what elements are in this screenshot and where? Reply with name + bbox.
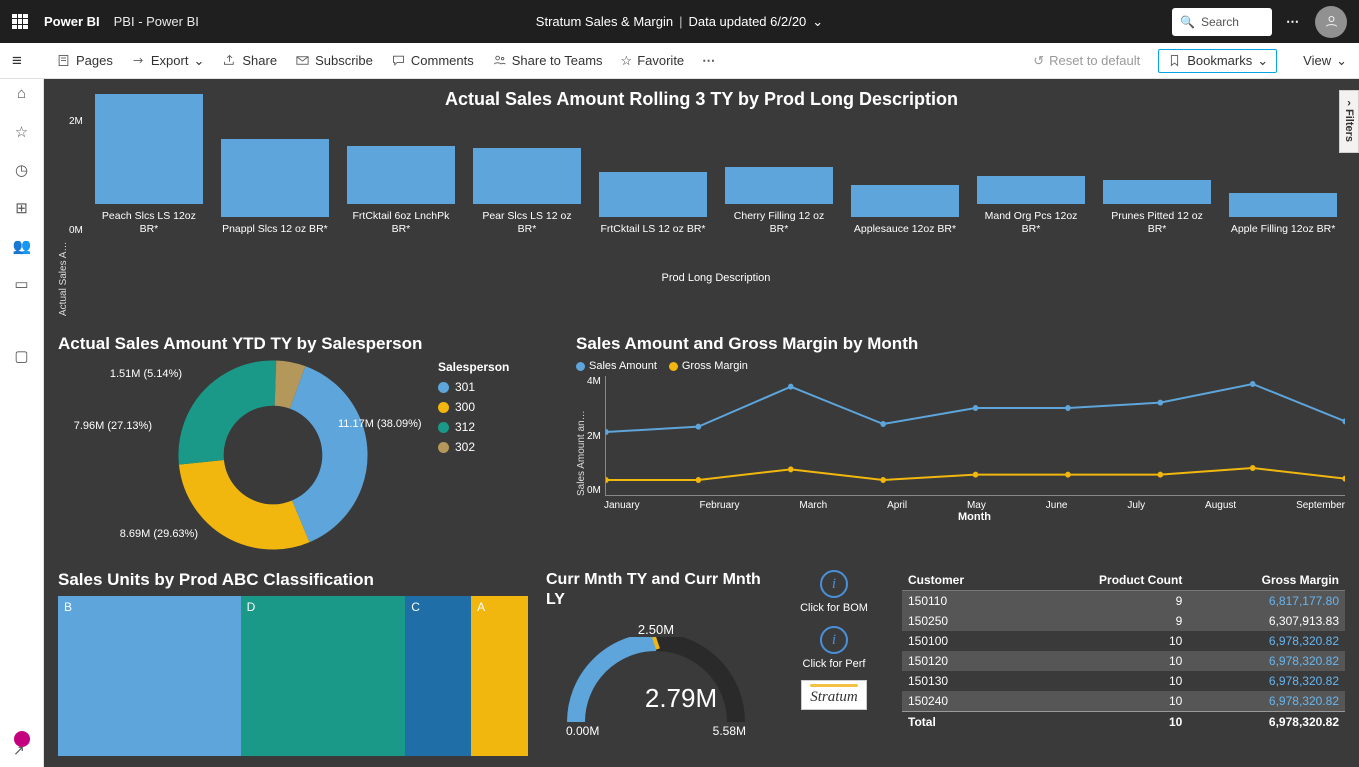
pages-button[interactable]: Pages bbox=[56, 53, 113, 68]
info-buttons: i Click for BOM i Click for Perf Stratum bbox=[784, 570, 884, 710]
legend-item[interactable]: 301 bbox=[438, 380, 509, 394]
treemap-cell[interactable]: C bbox=[405, 596, 471, 756]
legend-title: Salesperson bbox=[438, 360, 509, 374]
table-row[interactable]: 15011096,817,177.80 bbox=[902, 591, 1345, 612]
gauge-target: 2.50M bbox=[638, 622, 674, 637]
bar-chart-title: Actual Sales Amount Rolling 3 TY by Prod… bbox=[58, 89, 1345, 110]
report-title: Stratum Sales & Margin bbox=[536, 14, 673, 29]
bar[interactable]: Mand Org Pcs 12oz BR* bbox=[977, 176, 1085, 236]
chevron-down-icon: ⌄ bbox=[1336, 53, 1347, 69]
chevron-down-icon: ⌄ bbox=[1257, 53, 1268, 69]
col-customer[interactable]: Customer bbox=[902, 570, 1021, 591]
app-launcher-icon[interactable] bbox=[12, 14, 28, 30]
table-total-row: Total106,978,320.82 bbox=[902, 712, 1345, 733]
search-input[interactable]: 🔍 Search bbox=[1172, 8, 1272, 36]
home-icon[interactable]: ⌂ bbox=[13, 85, 31, 103]
bar-x-axis-label: Prod Long Description bbox=[87, 272, 1345, 284]
donut-title: Actual Sales Amount YTD TY by Salesperso… bbox=[58, 334, 558, 354]
bar[interactable]: Pear Slcs LS 12 oz BR* bbox=[473, 148, 581, 236]
line-x-axis-label: Month bbox=[604, 511, 1345, 523]
shared-icon[interactable]: 👥 bbox=[13, 237, 31, 255]
donut-chart[interactable]: Actual Sales Amount YTD TY by Salesperso… bbox=[58, 334, 558, 550]
share-button[interactable]: Share bbox=[222, 53, 277, 68]
recent-icon[interactable]: ◷ bbox=[13, 161, 31, 179]
table-row[interactable]: 15025096,307,913.83 bbox=[902, 611, 1345, 631]
line-chart[interactable]: Sales Amount and Gross Margin by Month S… bbox=[576, 334, 1345, 550]
line-y-axis-label: Sales Amount an… bbox=[576, 376, 587, 496]
col-count[interactable]: Product Count bbox=[1021, 570, 1188, 591]
share-teams-button[interactable]: Share to Teams bbox=[492, 53, 603, 68]
table-row[interactable]: 150120106,978,320.82 bbox=[902, 651, 1345, 671]
bar[interactable]: Cherry Filling 12 oz BR* bbox=[725, 167, 833, 236]
bar-y-axis-label: Actual Sales A… bbox=[58, 116, 69, 316]
avatar[interactable] bbox=[1315, 6, 1347, 38]
filters-pane-toggle[interactable]: ‹Filters bbox=[1339, 90, 1359, 153]
chevron-down-icon: ⌄ bbox=[193, 53, 204, 69]
data-table[interactable]: Customer Product Count Gross Margin 1501… bbox=[902, 570, 1345, 732]
table-row[interactable]: 150130106,978,320.82 bbox=[902, 671, 1345, 691]
bar[interactable]: Applesauce 12oz BR* bbox=[851, 185, 959, 236]
info-bom-button[interactable]: i bbox=[820, 570, 848, 598]
table-row[interactable]: 150100106,978,320.82 bbox=[902, 631, 1345, 651]
legend-item[interactable]: 300 bbox=[438, 400, 509, 414]
legend-item[interactable]: 302 bbox=[438, 440, 509, 454]
treemap-chart[interactable]: Sales Units by Prod ABC Classification B… bbox=[58, 570, 528, 756]
reset-icon: ↺ bbox=[1033, 53, 1044, 69]
left-nav: ⌂ ☆ ◷ ⊞ 👥 ▭ ▢ bbox=[0, 79, 44, 767]
expand-icon[interactable]: ↗ bbox=[13, 742, 25, 759]
treemap-cell[interactable]: D bbox=[241, 596, 406, 756]
workspaces-icon[interactable]: ▢ bbox=[13, 347, 31, 365]
reset-default-button[interactable]: ↺Reset to default bbox=[1033, 53, 1140, 69]
gauge-min: 0.00M bbox=[566, 724, 599, 738]
star-icon: ☆ bbox=[621, 53, 633, 69]
col-margin[interactable]: Gross Margin bbox=[1188, 570, 1345, 591]
favorite-button[interactable]: ☆Favorite bbox=[621, 53, 685, 69]
gauge-value: 2.79M bbox=[645, 683, 717, 714]
chevron-down-icon: ⌄ bbox=[812, 14, 823, 30]
bookmarks-button[interactable]: Bookmarks⌄ bbox=[1158, 49, 1277, 73]
report-canvas: Actual Sales Amount Rolling 3 TY by Prod… bbox=[44, 79, 1359, 767]
toolbar-more-icon[interactable]: ⋯ bbox=[702, 53, 717, 69]
global-header: Power BI PBI - Power BI Stratum Sales & … bbox=[0, 0, 1359, 43]
search-icon: 🔍 bbox=[1180, 15, 1195, 29]
treemap-cell[interactable]: B bbox=[58, 596, 241, 756]
treemap-title: Sales Units by Prod ABC Classification bbox=[58, 570, 528, 590]
comments-button[interactable]: Comments bbox=[391, 53, 474, 68]
apps-icon[interactable]: ⊞ bbox=[13, 199, 31, 217]
line-title: Sales Amount and Gross Margin by Month bbox=[576, 334, 1345, 354]
learn-icon[interactable]: ▭ bbox=[13, 275, 31, 293]
more-options-icon[interactable]: ⋯ bbox=[1286, 14, 1301, 30]
info-perf-button[interactable]: i bbox=[820, 626, 848, 654]
bar-chart[interactable]: Actual Sales A… 2M0M Peach Slcs LS 12oz … bbox=[58, 116, 1345, 316]
bar[interactable]: Peach Slcs LS 12oz BR* bbox=[95, 94, 203, 236]
bar[interactable]: Apple Filling 12oz BR* bbox=[1229, 193, 1337, 236]
report-toolbar: ≡ Pages Export⌄ Share Subscribe Comments… bbox=[0, 43, 1359, 79]
hamburger-icon[interactable]: ≡ bbox=[12, 51, 22, 70]
gauge-title: Curr Mnth TY and Curr Mnth LY bbox=[546, 570, 766, 610]
gauge-max: 5.58M bbox=[713, 724, 746, 738]
bar[interactable]: FrtCktail 6oz LnchPk BR* bbox=[347, 146, 455, 236]
bar[interactable]: FrtCktail LS 12 oz BR* bbox=[599, 172, 707, 236]
view-button[interactable]: View⌄ bbox=[1303, 53, 1347, 69]
data-updated: Data updated 6/2/20 bbox=[688, 14, 806, 29]
table-row[interactable]: 150240106,978,320.82 bbox=[902, 691, 1345, 712]
bar[interactable]: Pnappl Slcs 12 oz BR* bbox=[221, 139, 329, 236]
subscribe-button[interactable]: Subscribe bbox=[295, 53, 373, 68]
legend-item[interactable]: Sales Amount bbox=[576, 360, 657, 372]
report-title-dropdown[interactable]: Stratum Sales & Margin | Data updated 6/… bbox=[536, 14, 823, 30]
search-placeholder: Search bbox=[1201, 15, 1239, 29]
legend-item[interactable]: Gross Margin bbox=[669, 360, 748, 372]
bar[interactable]: Prunes Pitted 12 oz BR* bbox=[1103, 180, 1211, 236]
workspace-name[interactable]: PBI - Power BI bbox=[114, 14, 199, 29]
app-name: Power BI bbox=[44, 14, 100, 29]
export-button[interactable]: Export⌄ bbox=[131, 53, 204, 69]
stratum-logo: Stratum bbox=[801, 680, 867, 710]
legend-item[interactable]: 312 bbox=[438, 420, 509, 434]
treemap-cell[interactable]: A bbox=[471, 596, 528, 756]
favorites-icon[interactable]: ☆ bbox=[13, 123, 31, 141]
gauge-chart[interactable]: Curr Mnth TY and Curr Mnth LY 2.50M 2.79… bbox=[546, 570, 766, 760]
